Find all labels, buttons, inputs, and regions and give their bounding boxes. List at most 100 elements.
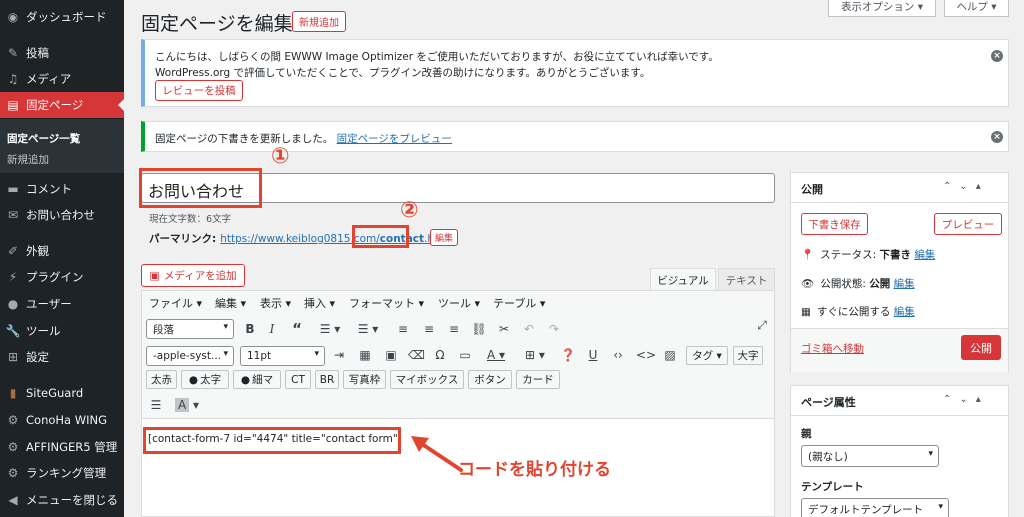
- fullscreen-icon[interactable]: ⤢: [754, 318, 770, 333]
- style-button-futoji[interactable]: ● 太字: [181, 370, 229, 389]
- menu-insert[interactable]: 挿入 ▾: [304, 295, 335, 311]
- indent-icon[interactable]: ⇥: [331, 348, 347, 362]
- sidebar-item-users[interactable]: ● ユーザー: [0, 291, 124, 317]
- format-select[interactable]: 段落 ▾: [146, 319, 234, 339]
- hr-icon[interactable]: ▭: [457, 348, 473, 362]
- schedule-edit-link[interactable]: 編集: [894, 306, 915, 318]
- add-new-button[interactable]: 新規追加: [292, 11, 346, 32]
- sidebar-item-siteguard[interactable]: ▮ SiteGuard: [0, 380, 124, 406]
- status-edit-link[interactable]: 編集: [914, 249, 935, 261]
- bg-color-icon[interactable]: A ▾: [172, 398, 202, 412]
- page-preview-link[interactable]: 固定ページをプレビュー: [337, 133, 452, 145]
- sidebar-item-dashboard[interactable]: ◉ ダッシュボード: [0, 4, 124, 30]
- font-family-select[interactable]: -apple-syst... ▾: [146, 346, 234, 366]
- sidebar-item-conoha[interactable]: ⚙ ConoHa WING: [0, 407, 124, 433]
- box-controls-icon[interactable]: ⌃⌄▴: [943, 181, 989, 192]
- print-icon[interactable]: ▦: [357, 348, 373, 362]
- post-review-button[interactable]: レビューを投稿: [155, 80, 243, 101]
- style-button-mybox[interactable]: マイボックス: [390, 370, 464, 389]
- link-icon[interactable]: ⛓: [471, 322, 487, 336]
- sidebar-item-label: コメント: [26, 182, 72, 196]
- box-controls-icon[interactable]: ⌃⌄▴: [943, 394, 989, 405]
- tag-select[interactable]: タグ ▾: [686, 346, 728, 365]
- sidebar-item-tools[interactable]: 🔧 ツール: [0, 318, 124, 344]
- sidebar-item-posts[interactable]: ✎ 投稿: [0, 40, 124, 66]
- sidebar-item-media[interactable]: ♫ メディア: [0, 66, 124, 92]
- status-label: ステータス:: [820, 249, 877, 261]
- table-icon[interactable]: ⊞ ▾: [520, 348, 550, 362]
- blockquote-icon[interactable]: “: [289, 320, 305, 338]
- sidebar-item-affinger[interactable]: ⚙ AFFINGER5 管理: [0, 434, 124, 460]
- template-select[interactable]: デフォルトテンプレート ▾: [801, 498, 949, 517]
- help-button[interactable]: ヘルプ ▾: [944, 0, 1009, 17]
- html-icon[interactable]: <>: [636, 348, 656, 362]
- submenu-all-pages[interactable]: 固定ページ一覧: [7, 131, 80, 146]
- style-button-card[interactable]: カード: [516, 370, 560, 389]
- add-media-button[interactable]: ▣ メディアを追加: [141, 264, 245, 287]
- text-color-icon[interactable]: A ▾: [481, 348, 511, 362]
- redo-icon[interactable]: ↷: [546, 322, 562, 336]
- menu-edit[interactable]: 編集 ▾: [215, 295, 246, 311]
- menu-tools[interactable]: ツール ▾: [438, 295, 480, 311]
- permalink-edit-button[interactable]: 編集: [430, 229, 458, 246]
- numbered-list-icon[interactable]: ☰ ▾: [354, 322, 382, 336]
- chevron-down-icon: ▾: [928, 449, 933, 459]
- submenu-add-new[interactable]: 新規追加: [7, 152, 49, 167]
- menu-table[interactable]: テーブル ▾: [493, 295, 545, 311]
- sidebar-item-comments[interactable]: ▬ コメント: [0, 176, 124, 202]
- dismiss-icon[interactable]: ×: [991, 131, 1003, 143]
- save-draft-button[interactable]: 下書き保存: [801, 213, 868, 235]
- sidebar-item-contact[interactable]: ✉ お問い合わせ: [0, 202, 124, 228]
- unlink-icon[interactable]: ✂: [496, 322, 512, 336]
- sidebar-item-ranking[interactable]: ⚙ ランキング管理: [0, 460, 124, 486]
- align-left-icon[interactable]: ≡: [395, 322, 411, 336]
- sidebar-item-plugins[interactable]: ⚡ プラグイン: [0, 264, 124, 290]
- bullet-list-icon[interactable]: ☰ ▾: [316, 322, 344, 336]
- menu-format[interactable]: フォーマット ▾: [349, 295, 424, 311]
- align-right-icon[interactable]: ≡: [446, 322, 462, 336]
- sidebar-item-pages[interactable]: ▤ 固定ページ: [0, 92, 124, 118]
- bold-icon[interactable]: B: [242, 322, 258, 336]
- omega-icon[interactable]: Ω: [432, 348, 448, 362]
- preview-button[interactable]: プレビュー: [934, 213, 1002, 235]
- visibility-edit-link[interactable]: 編集: [894, 278, 915, 290]
- menu-view[interactable]: 表示 ▾: [260, 295, 291, 311]
- eraser-icon[interactable]: ⌫: [408, 348, 425, 362]
- tab-text[interactable]: テキスト: [718, 268, 775, 291]
- code-icon[interactable]: ‹›: [610, 348, 626, 362]
- font-size-select[interactable]: 11pt ▾: [240, 346, 325, 366]
- style-button-futoaka[interactable]: 太赤: [146, 370, 177, 389]
- tab-visual[interactable]: ビジュアル: [650, 268, 716, 291]
- undo-icon[interactable]: ↶: [521, 322, 537, 336]
- style-button-hosoma[interactable]: ● 細マ: [233, 370, 281, 389]
- dismiss-icon[interactable]: ×: [991, 50, 1003, 62]
- parent-select[interactable]: (親なし) ▾: [801, 445, 939, 467]
- style-button-br[interactable]: BR: [315, 370, 339, 389]
- style-button-ct[interactable]: CT: [285, 370, 311, 389]
- daiji-button[interactable]: 大字: [733, 346, 763, 365]
- menu-file[interactable]: ファイル ▾: [149, 295, 202, 311]
- align-center-icon[interactable]: ≡: [421, 322, 437, 336]
- image-icon[interactable]: ▨: [662, 348, 678, 362]
- italic-icon[interactable]: I: [264, 322, 280, 336]
- sidebar-item-appearance[interactable]: ✐ 外観: [0, 238, 124, 264]
- paste-icon[interactable]: ▣: [383, 348, 399, 362]
- help-icon[interactable]: ❓: [560, 348, 576, 362]
- sidebar-item-settings[interactable]: ⊞ 設定: [0, 344, 124, 370]
- underline-icon[interactable]: U: [585, 348, 601, 362]
- parent-value: (親なし): [808, 450, 848, 463]
- permalink-link[interactable]: https://www.keiblog0815.com/contact.html: [220, 233, 451, 245]
- gear-icon: ⚙: [7, 413, 19, 427]
- style-button-photo-frame[interactable]: 写真枠: [343, 370, 386, 389]
- publish-button[interactable]: 公開: [961, 335, 1001, 360]
- annotation-box-code: [143, 427, 401, 454]
- sidebar-item-label: 外観: [26, 244, 49, 258]
- style-button-button[interactable]: ボタン: [468, 370, 512, 389]
- trash-link[interactable]: ゴミ箱へ移動: [801, 341, 864, 356]
- screen-options-button[interactable]: 表示オプション ▾: [828, 0, 936, 17]
- chevron-down-icon: ▾: [314, 349, 319, 359]
- sidebar-collapse[interactable]: ◀ メニューを閉じる: [0, 487, 124, 513]
- notice-line-1: こんにちは、しばらくの間 EWWW Image Optimizer をご使用いた…: [155, 51, 719, 63]
- toolbar-toggle-icon[interactable]: ☰: [148, 398, 164, 412]
- publish-box: 公開 ⌃⌄▴ 下書き保存 プレビュー 📍 ステータス: 下書き 編集 👁 公開状態:…: [790, 172, 1009, 372]
